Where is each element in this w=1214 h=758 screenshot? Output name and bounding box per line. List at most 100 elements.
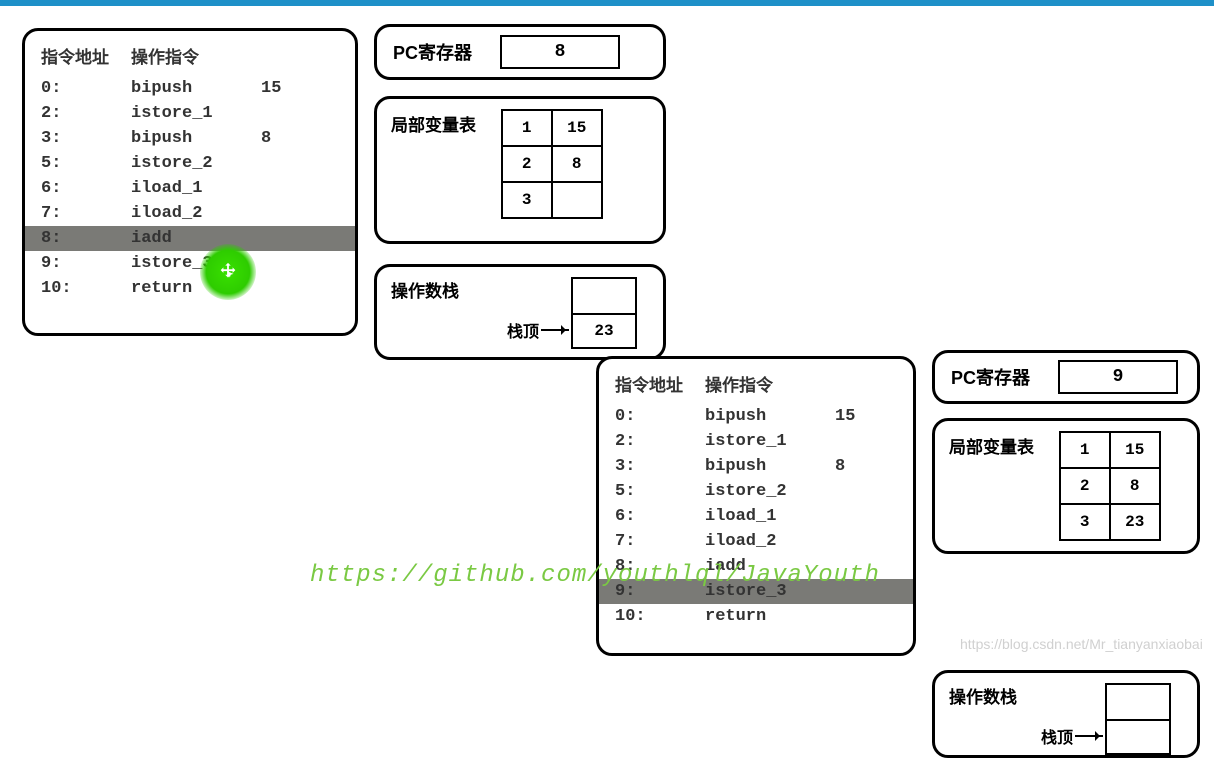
instruction-row: 6:iload_1	[25, 176, 355, 201]
operand-stack-box-1: 23	[571, 277, 637, 349]
instruction-addr: 9:	[615, 579, 705, 604]
operand-stack-panel-2: 操作数栈 栈顶	[932, 670, 1200, 758]
instruction-list-panel-1: 指令地址 操作指令 0:bipush152:istore_13:bipush85…	[22, 28, 358, 336]
local-vars-panel-1: 局部变量表 115283	[374, 96, 666, 244]
instruction-arg: 15	[261, 76, 301, 101]
instruction-arg	[835, 554, 875, 579]
local-var-value: 8	[552, 146, 602, 182]
instruction-addr: 8:	[615, 554, 705, 579]
instruction-addr: 7:	[41, 201, 131, 226]
instruction-list-headers: 指令地址 操作指令	[599, 371, 913, 404]
local-vars-table-2: 11528323	[1059, 431, 1161, 541]
instruction-rows-1: 0:bipush152:istore_13:bipush85:istore_26…	[25, 76, 355, 301]
instruction-op: return	[705, 604, 835, 629]
stack-top-pointer-1: 栈顶	[507, 318, 569, 342]
instruction-op: istore_1	[131, 101, 261, 126]
instruction-arg	[261, 251, 301, 276]
instruction-addr: 3:	[41, 126, 131, 151]
instruction-row: 7:iload_2	[25, 201, 355, 226]
instruction-arg	[835, 429, 875, 454]
instruction-addr: 3:	[615, 454, 705, 479]
instruction-list-headers: 指令地址 操作指令	[25, 43, 355, 76]
col-header-address: 指令地址	[615, 371, 705, 396]
instruction-row: 9:istore_3	[25, 251, 355, 276]
local-var-index: 2	[502, 146, 552, 182]
local-vars-panel-2: 局部变量表 11528323	[932, 418, 1200, 554]
instruction-op: iload_2	[705, 529, 835, 554]
instruction-arg	[835, 479, 875, 504]
local-var-index: 3	[502, 182, 552, 218]
instruction-op: iload_1	[705, 504, 835, 529]
instruction-arg	[261, 151, 301, 176]
stack-top-label: 栈顶	[507, 318, 539, 342]
instruction-op: istore_2	[131, 151, 261, 176]
instruction-op: bipush	[131, 76, 261, 101]
instruction-op: bipush	[131, 126, 261, 151]
local-var-index: 1	[502, 110, 552, 146]
local-var-row: 3	[502, 182, 602, 218]
stack-top-label: 栈顶	[1041, 724, 1073, 748]
instruction-arg	[835, 579, 875, 604]
instruction-addr: 6:	[41, 176, 131, 201]
local-var-index: 2	[1060, 468, 1110, 504]
instruction-row: 5:istore_2	[25, 151, 355, 176]
instruction-row: 3:bipush8	[25, 126, 355, 151]
operand-stack-cell: 23	[573, 313, 635, 347]
operand-stack-box-2	[1105, 683, 1171, 755]
instruction-row: 9:istore_3	[599, 579, 913, 604]
instruction-list-panel-2: 指令地址 操作指令 0:bipush152:istore_13:bipush85…	[596, 356, 916, 656]
instruction-arg	[261, 226, 301, 251]
instruction-arg	[261, 276, 301, 301]
pc-register-label: PC寄存器	[393, 39, 472, 65]
instruction-addr: 9:	[41, 251, 131, 276]
instruction-arg	[261, 201, 301, 226]
instruction-row: 10:return	[599, 604, 913, 629]
pc-register-panel-2: PC寄存器 9	[932, 350, 1200, 404]
local-var-value: 8	[1110, 468, 1160, 504]
instruction-op: iload_2	[131, 201, 261, 226]
instruction-row: 2:istore_1	[599, 429, 913, 454]
instruction-addr: 2:	[41, 101, 131, 126]
instruction-row: 0:bipush15	[599, 404, 913, 429]
instruction-row: 5:istore_2	[599, 479, 913, 504]
instruction-row: 3:bipush8	[599, 454, 913, 479]
instruction-op: istore_3	[705, 579, 835, 604]
local-var-value: 15	[1110, 432, 1160, 468]
instruction-arg	[261, 101, 301, 126]
instruction-addr: 6:	[615, 504, 705, 529]
local-var-value: 23	[1110, 504, 1160, 540]
local-vars-label: 局部变量表	[949, 433, 1034, 458]
instruction-addr: 10:	[615, 604, 705, 629]
local-var-index: 1	[1060, 432, 1110, 468]
instruction-addr: 7:	[615, 529, 705, 554]
move-cursor-icon	[217, 261, 239, 283]
instruction-arg	[261, 176, 301, 201]
instruction-arg: 8	[835, 454, 875, 479]
instruction-rows-2: 0:bipush152:istore_13:bipush85:istore_26…	[599, 404, 913, 629]
pc-register-panel-1: PC寄存器 8	[374, 24, 666, 80]
instruction-row: 8:iadd	[599, 554, 913, 579]
instruction-arg	[835, 604, 875, 629]
instruction-row: 6:iload_1	[599, 504, 913, 529]
instruction-addr: 2:	[615, 429, 705, 454]
local-var-row: 323	[1060, 504, 1160, 540]
instruction-row: 0:bipush15	[25, 76, 355, 101]
local-var-value: 15	[552, 110, 602, 146]
instruction-arg	[835, 529, 875, 554]
instruction-row: 7:iload_2	[599, 529, 913, 554]
instruction-arg: 15	[835, 404, 875, 429]
local-vars-table-1: 115283	[501, 109, 603, 219]
cursor-highlight-icon	[200, 244, 256, 300]
operand-stack-cell	[1107, 685, 1169, 719]
local-var-row: 115	[502, 110, 602, 146]
instruction-addr: 0:	[41, 76, 131, 101]
local-var-row: 115	[1060, 432, 1160, 468]
instruction-op: iadd	[705, 554, 835, 579]
local-var-index: 3	[1060, 504, 1110, 540]
instruction-addr: 10:	[41, 276, 131, 301]
instruction-op: istore_2	[705, 479, 835, 504]
operand-stack-label: 操作数栈	[949, 683, 1017, 708]
operand-stack-label: 操作数栈	[391, 277, 459, 302]
pc-register-label: PC寄存器	[951, 364, 1030, 390]
pc-register-value: 9	[1058, 360, 1178, 394]
